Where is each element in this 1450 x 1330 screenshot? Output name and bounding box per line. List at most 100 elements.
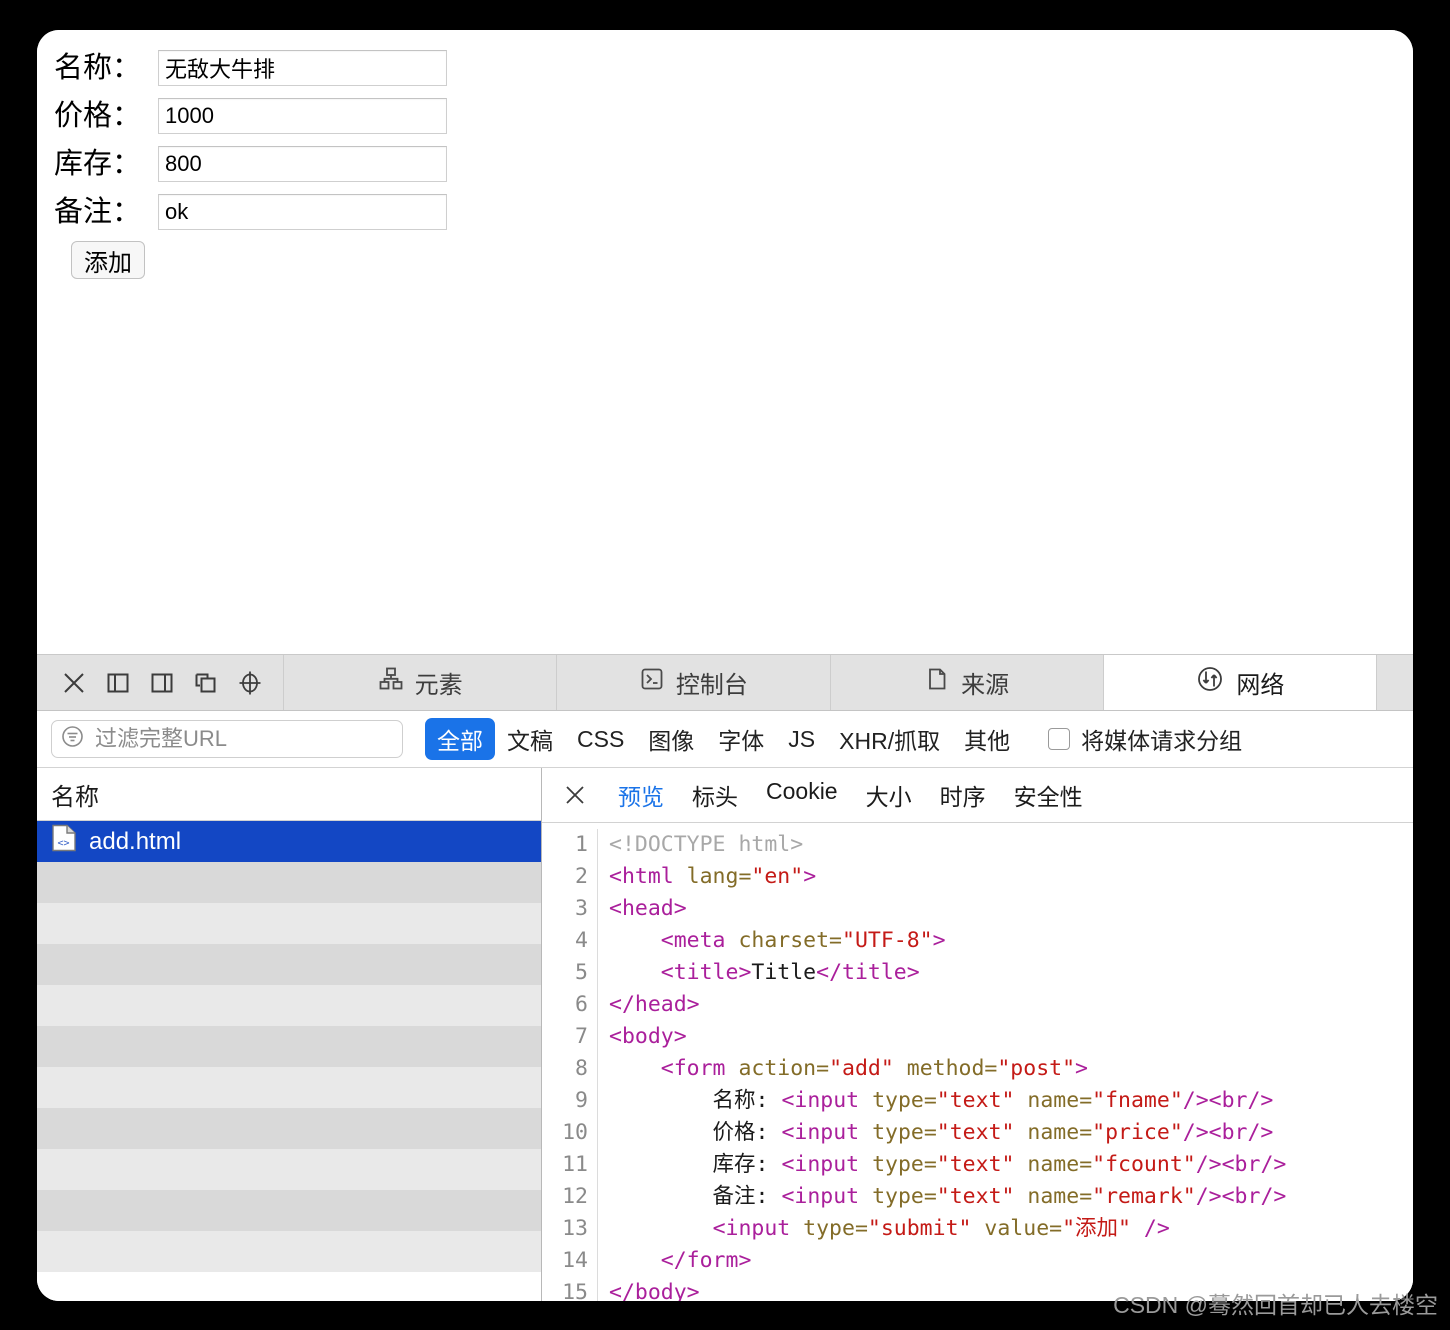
- type-filter-5[interactable]: JS: [776, 722, 827, 757]
- code-line: 名称: <input type="text" name="fname"/><br…: [609, 1088, 1274, 1113]
- code-line: <input type="submit" value="添加" />: [712, 1216, 1170, 1241]
- type-filter-6[interactable]: XHR/抓取: [827, 718, 952, 760]
- code-line: <html lang="en">: [609, 864, 817, 889]
- request-row-empty: [37, 1108, 541, 1149]
- undock-window-icon[interactable]: [191, 668, 221, 698]
- request-rows: <> add.html: [37, 821, 541, 1272]
- code-line: 库存: <input type="text" name="fcount"/><b…: [609, 1152, 1287, 1177]
- devtools-panel: 元素 控制台 来源 网络 过滤完整URL 全部 文稿 CSS 图像 字体 JS …: [37, 654, 1413, 1301]
- detail-tab-3[interactable]: 大小: [852, 774, 926, 816]
- tab-sources[interactable]: 来源: [830, 655, 1104, 710]
- code-line: <meta charset="UTF-8">: [660, 928, 946, 953]
- code-line: 备注: <input type="text" name="remark"/><b…: [609, 1184, 1287, 1209]
- request-list-column-header: 名称: [37, 768, 541, 821]
- request-row-empty: [37, 985, 541, 1026]
- console-icon: [639, 666, 665, 699]
- form-input-remark[interactable]: [158, 194, 447, 230]
- browser-window: 名称： 价格： 库存： 备注： 添加: [37, 30, 1413, 1301]
- request-row-empty: [37, 1231, 541, 1272]
- code-line-numbers: 1 2 3 4 5 6 7 8 9 10 11 12 13 14 15 16: [542, 829, 598, 1301]
- elements-icon: [378, 666, 404, 699]
- form-row-price: 价格：: [54, 92, 1413, 140]
- code-line: <form action="add" method="post">: [660, 1056, 1088, 1081]
- code-content: <!DOCTYPE html> <html lang="en"> <head> <m…: [598, 829, 1413, 1301]
- devtools-icon-group: [37, 655, 284, 710]
- form-input-fname[interactable]: [158, 50, 447, 86]
- code-line: <!DOCTYPE html>: [609, 832, 804, 857]
- svg-text:<>: <>: [57, 838, 69, 849]
- code-line: 价格: <input type="text" name="price"/><br…: [609, 1120, 1274, 1145]
- code-line: </form>: [660, 1248, 752, 1273]
- watermark: CSDN @蓦然回首却已人去楼空: [1113, 1292, 1438, 1318]
- request-row-empty: [37, 1190, 541, 1231]
- code-line: <title>Title</title>: [660, 960, 920, 985]
- toolbar-overflow-spacer: [1377, 655, 1413, 710]
- tab-network[interactable]: 网络: [1103, 655, 1377, 710]
- checkbox-box-icon[interactable]: [1048, 728, 1071, 750]
- tab-console-label: 控制台: [675, 672, 748, 699]
- sources-icon: [924, 666, 950, 699]
- add-product-form: 名称： 价格： 库存： 备注：: [54, 44, 1413, 236]
- type-filter-4[interactable]: 字体: [706, 718, 776, 760]
- type-filter-3[interactable]: 图像: [636, 718, 706, 760]
- form-row-fname: 名称：: [54, 44, 1413, 92]
- group-media-label: 将媒体请求分组: [1081, 728, 1243, 754]
- form-input-price[interactable]: [158, 98, 447, 134]
- request-row-name: add.html: [89, 827, 182, 855]
- request-row-empty: [37, 944, 541, 985]
- type-filter-0[interactable]: 全部: [425, 718, 495, 760]
- network-icon: [1195, 664, 1225, 701]
- tab-sources-label: 来源: [961, 672, 1010, 699]
- submit-add-button[interactable]: 添加: [71, 241, 145, 279]
- preview-code-view[interactable]: 1 2 3 4 5 6 7 8 9 10 11 12 13 14 15 16 <…: [542, 823, 1413, 1301]
- close-icon[interactable]: [59, 668, 89, 698]
- request-row-empty: [37, 1067, 541, 1108]
- code-line: </head>: [609, 992, 700, 1017]
- detail-close-icon[interactable]: [558, 778, 592, 812]
- dock-right-icon[interactable]: [147, 668, 177, 698]
- form-label-remark: 备注：: [54, 195, 142, 228]
- detail-tabs: 预览 标头 Cookie 大小 时序 安全性: [604, 774, 1097, 816]
- form-label-price: 价格：: [54, 99, 142, 132]
- tab-console[interactable]: 控制台: [557, 655, 831, 710]
- inspect-target-icon[interactable]: [235, 668, 265, 698]
- tab-network-label: 网络: [1236, 672, 1285, 699]
- page-content: 名称： 价格： 库存： 备注： 添加: [37, 30, 1413, 654]
- detail-tab-2[interactable]: Cookie: [752, 774, 852, 816]
- form-row-remark: 备注：: [54, 188, 1413, 236]
- detail-tab-0[interactable]: 预览: [604, 774, 678, 816]
- html-file-icon: <>: [51, 824, 77, 859]
- detail-tab-1[interactable]: 标头: [678, 774, 752, 816]
- request-row-empty: [37, 1149, 541, 1190]
- resource-type-filters: 全部 文稿 CSS 图像 字体 JS XHR/抓取 其他: [425, 718, 1022, 760]
- request-row-empty: [37, 1026, 541, 1067]
- filter-input-wrapper[interactable]: [51, 720, 403, 758]
- devtools-toolbar: 元素 控制台 来源 网络: [37, 655, 1413, 711]
- dock-left-icon[interactable]: [103, 668, 133, 698]
- request-list-panel: 名称 <> add.html: [37, 768, 542, 1301]
- group-media-checkbox[interactable]: 将媒体请求分组: [1048, 722, 1242, 756]
- network-split: 名称 <> add.html 预览 标头 Cookie 大小 时序 安全性 1 2 3 4: [37, 768, 1413, 1301]
- screenshot-root: 名称： 价格： 库存： 备注： 添加: [0, 0, 1450, 1330]
- detail-tab-5[interactable]: 安全性: [1000, 774, 1097, 816]
- form-label-fcount: 库存：: [54, 147, 142, 180]
- detail-tab-bar: 预览 标头 Cookie 大小 时序 安全性: [542, 768, 1413, 823]
- detail-tab-4[interactable]: 时序: [926, 774, 1000, 816]
- form-label-fname: 名称：: [54, 51, 142, 84]
- type-filter-1[interactable]: 文稿: [495, 718, 565, 760]
- request-row[interactable]: <> add.html: [37, 821, 541, 862]
- code-line: <body>: [609, 1024, 687, 1049]
- filter-icon: [60, 724, 85, 754]
- form-input-fcount[interactable]: [158, 146, 447, 182]
- filter-url-input[interactable]: [93, 725, 394, 753]
- type-filter-7[interactable]: 其他: [952, 718, 1022, 760]
- request-row-empty: [37, 903, 541, 944]
- form-row-fcount: 库存：: [54, 140, 1413, 188]
- type-filter-2[interactable]: CSS: [565, 722, 636, 757]
- request-detail-panel: 预览 标头 Cookie 大小 时序 安全性 1 2 3 4 5 6 7 8 9 10 1…: [542, 768, 1413, 1301]
- tab-elements[interactable]: 元素: [284, 655, 558, 710]
- tab-elements-label: 元素: [414, 672, 463, 699]
- code-line: <head>: [609, 896, 687, 921]
- network-filter-bar: 全部文稿CSS图像字体JSXHR/抓取其他 将媒体请求分组: [37, 711, 1413, 768]
- request-row-empty: [37, 862, 541, 903]
